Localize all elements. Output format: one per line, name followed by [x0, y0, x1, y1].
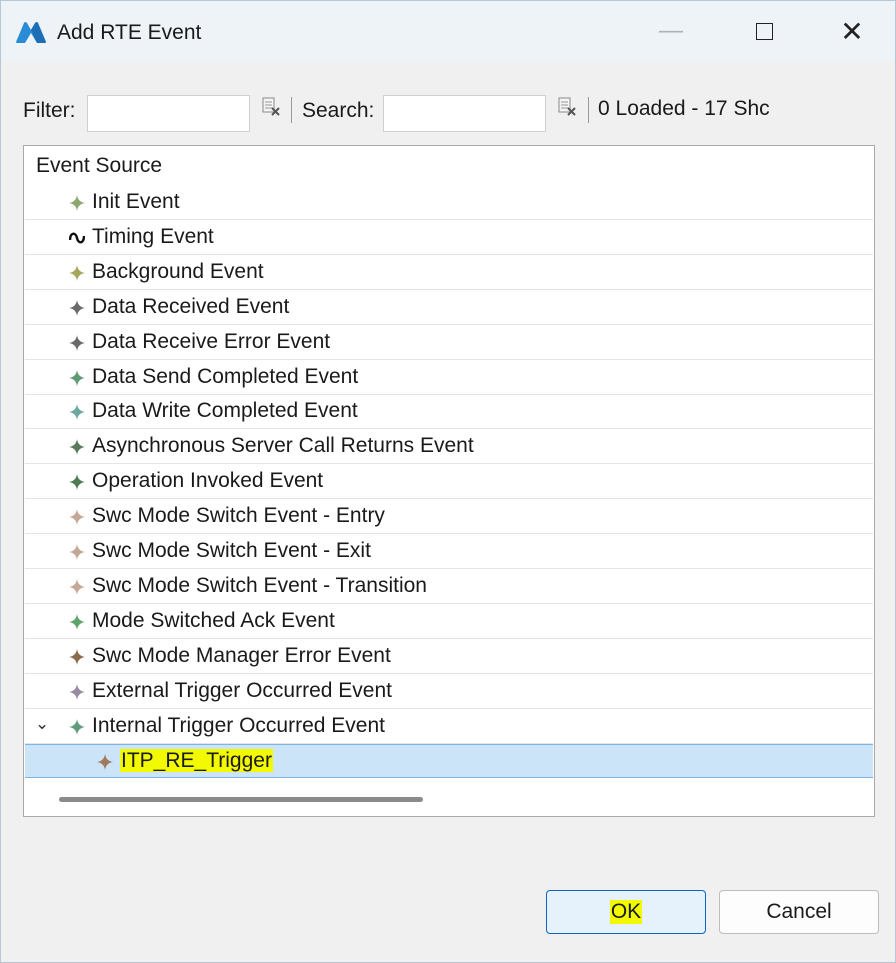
- event-diamond-icon: [69, 264, 85, 281]
- clear-filter-icon[interactable]: [260, 96, 282, 118]
- event-diamond-icon: [69, 195, 85, 211]
- tree-item[interactable]: Asynchronous Server Call Returns Event: [25, 430, 873, 465]
- event-diamond-icon: [69, 544, 85, 560]
- tree-item-label: Init Event: [92, 190, 180, 213]
- tree-item-label: Data Write Completed Event: [92, 399, 358, 423]
- tree-item-label: Swc Mode Manager Error Event: [92, 643, 391, 667]
- tree-item-label: Operation Invoked Event: [92, 469, 324, 493]
- tree-item[interactable]: Data Receive Error Event: [25, 326, 873, 360]
- window-title: Add RTE Event: [57, 21, 202, 44]
- tree-item-label: Data Received Event: [92, 294, 290, 318]
- timing-wave-icon: [69, 232, 85, 244]
- event-diamond-icon: [69, 439, 85, 456]
- tree-item[interactable]: Swc Mode Switch Event - Exit: [25, 535, 873, 569]
- tree-item[interactable]: Init Event: [25, 186, 873, 220]
- event-diamond-icon: [69, 404, 85, 421]
- clear-search-icon[interactable]: [556, 96, 578, 118]
- event-diamond-icon: [69, 613, 85, 630]
- tree-item-label: Internal Trigger Occurred Event: [92, 713, 385, 737]
- event-diamond-icon: [69, 474, 85, 491]
- tree-item[interactable]: Background Event: [25, 256, 873, 290]
- tree-item-label: Data Send Completed Event: [92, 364, 359, 388]
- tree-item[interactable]: Swc Mode Manager Error Event: [25, 640, 873, 674]
- loaded-status: 0 Loaded - 17 Shc: [598, 97, 770, 120]
- maximize-icon: [755, 22, 773, 40]
- search-label: Search:: [302, 99, 375, 122]
- tree-item[interactable]: ⌄ Internal Trigger Occurred Event: [25, 710, 873, 744]
- title-bar: Add RTE Event — ✕: [1, 1, 895, 61]
- event-diamond-icon: [69, 578, 85, 595]
- tree-item[interactable]: Mode Switched Ack Event: [25, 605, 873, 639]
- tree-item[interactable]: Data Received Event: [25, 291, 873, 325]
- tree-item-label: Asynchronous Server Call Returns Event: [92, 434, 474, 458]
- event-diamond-icon: [69, 334, 85, 351]
- tree-item-label: Swc Mode Switch Event - Exit: [92, 539, 371, 562]
- tree-item-label: ITP_RE_Trigger: [120, 749, 273, 773]
- tree-item[interactable]: Swc Mode Switch Event - Transition: [25, 570, 873, 604]
- event-diamond-icon: [69, 369, 85, 386]
- event-diamond-icon: [69, 683, 85, 700]
- toolbar-separator: [291, 97, 292, 123]
- tree-item[interactable]: ITP_RE_Trigger: [25, 744, 873, 779]
- cancel-button-label: Cancel: [766, 900, 832, 923]
- tree-item[interactable]: Data Send Completed Event: [25, 361, 873, 395]
- expand-chevron-icon[interactable]: ⌄: [35, 714, 49, 734]
- maximize-button[interactable]: [719, 1, 809, 61]
- tree-item-label: Mode Switched Ack Event: [92, 608, 335, 632]
- app-logo-icon: [16, 22, 46, 43]
- tree-item-label: External Trigger Occurred Event: [92, 678, 392, 702]
- filter-input[interactable]: [87, 95, 250, 132]
- tree-item-label: Swc Mode Switch Event - Transition: [92, 573, 427, 597]
- event-diamond-icon: [97, 754, 113, 771]
- search-highlight: ITP_RE_Trigger: [120, 749, 273, 773]
- minimize-button[interactable]: —: [626, 1, 716, 61]
- event-diamond-icon: [69, 509, 85, 526]
- filter-label: Filter:: [23, 99, 76, 122]
- event-source-tree[interactable]: Event Source Init Event Timing Event Backg…: [23, 145, 875, 817]
- tree-item-label: Swc Mode Switch Event - Entry: [92, 504, 385, 528]
- add-rte-event-dialog: Add RTE Event — ✕ Filter: Search: 0 Load…: [0, 0, 896, 963]
- tree-item-label: Timing Event: [92, 224, 214, 248]
- event-diamond-icon: [69, 648, 85, 665]
- tree-item[interactable]: Swc Mode Switch Event - Entry: [25, 500, 873, 535]
- close-icon: ✕: [840, 15, 864, 47]
- event-diamond-icon: [69, 718, 85, 735]
- tree-item[interactable]: Timing Event: [25, 221, 873, 255]
- tree-item-label: Data Receive Error Event: [92, 329, 331, 353]
- ok-button-label: OK: [609, 900, 643, 924]
- tree-item[interactable]: Operation Invoked Event: [25, 465, 873, 500]
- close-button[interactable]: ✕: [807, 1, 896, 61]
- search-input[interactable]: [383, 95, 546, 132]
- cancel-button[interactable]: Cancel: [719, 890, 879, 934]
- event-diamond-icon: [69, 299, 85, 316]
- tree-item-label: Background Event: [92, 259, 264, 283]
- tree-header: Event Source: [36, 154, 163, 177]
- toolbar-separator: [588, 97, 589, 123]
- tree-item[interactable]: Data Write Completed Event: [25, 395, 873, 430]
- minimize-icon: —: [659, 17, 683, 44]
- ok-button[interactable]: OK: [546, 890, 706, 934]
- horizontal-scrollbar[interactable]: [59, 797, 423, 802]
- tree-item[interactable]: External Trigger Occurred Event: [25, 675, 873, 709]
